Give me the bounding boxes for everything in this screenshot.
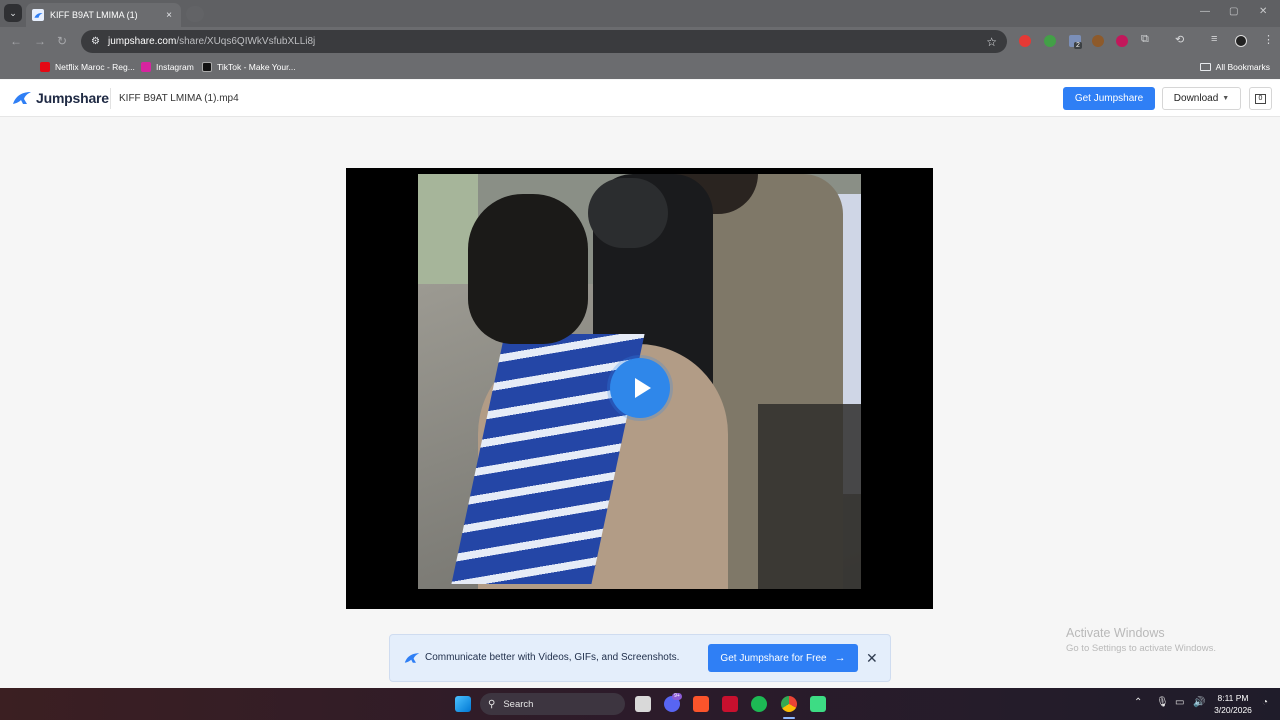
search-placeholder: Search — [503, 698, 534, 710]
bookmarks-bar: Netflix Maroc - Reg... Instagram TikTok … — [0, 56, 1280, 79]
minimize-icon[interactable]: — — [1200, 6, 1210, 17]
brave-icon[interactable] — [693, 696, 709, 712]
brand-name: Jumpshare — [36, 90, 109, 106]
extension-red-icon[interactable] — [1019, 35, 1031, 47]
back-icon[interactable]: ← — [10, 34, 22, 48]
bookmark-tiktok[interactable]: TikTok - Make Your... — [202, 60, 296, 74]
tab-close-icon[interactable]: × — [163, 10, 175, 21]
file-name: KIFF B9AT LMIMA (1).mp4 — [119, 93, 239, 104]
tab-title: KIFF B9AT LMIMA (1) — [50, 10, 138, 20]
browser-tab-active[interactable]: KIFF B9AT LMIMA (1) × — [26, 3, 181, 27]
watermark-subtitle: Go to Settings to activate Windows. — [1066, 643, 1216, 654]
spotify-icon[interactable] — [751, 696, 767, 712]
address-bar[interactable]: ⚙ jumpshare.com/share/XUqs6QIWkVsfubXLLi… — [81, 30, 1007, 53]
bookmark-star-icon[interactable]: ☆ — [986, 35, 997, 49]
new-tab-button[interactable] — [186, 6, 204, 22]
promo-button-label: Get Jumpshare for Free — [720, 652, 827, 664]
jumpshare-header: Jumpshare KIFF B9AT LMIMA (1).mp4 Get Ju… — [0, 80, 1280, 117]
download-label: Download — [1173, 93, 1219, 104]
profile-avatar[interactable] — [1235, 35, 1247, 47]
browser-toolbar: ← → ↻ ⚙ jumpshare.com/share/XUqs6QIWkVsf… — [0, 27, 1280, 56]
cookie-extension-icon[interactable] — [1092, 35, 1104, 47]
window-close-icon[interactable]: ✕ — [1259, 6, 1267, 17]
jumpshare-favicon — [32, 9, 44, 21]
folder-icon — [1199, 63, 1211, 71]
all-bookmarks[interactable]: All Bookmarks — [1199, 60, 1270, 74]
instagram-icon — [141, 62, 151, 72]
forward-icon[interactable]: → — [34, 34, 46, 48]
network-icon[interactable]: ▭ — [1175, 697, 1184, 708]
taskbar-clock[interactable]: 8:11 PM 3/20/2026 — [1211, 692, 1255, 716]
extension-green-icon[interactable] — [1044, 35, 1056, 47]
clock-date: 3/20/2026 — [1214, 705, 1252, 715]
bookmark-label: TikTok - Make Your... — [217, 62, 296, 72]
url-text: jumpshare.com/share/XUqs6QIWkVsfubXLLi8j — [107, 36, 316, 47]
bookmark-label: Netflix Maroc - Reg... — [55, 62, 135, 72]
activate-windows-watermark: Activate Windows Go to Settings to activ… — [1066, 626, 1216, 654]
start-windows-icon[interactable] — [455, 696, 471, 712]
android-studio-icon[interactable] — [810, 696, 826, 712]
reload-icon[interactable]: ↻ — [57, 34, 67, 48]
extension-badge-count: 2 — [1074, 42, 1082, 49]
bookmark-instagram[interactable]: Instagram — [141, 60, 194, 74]
get-jumpshare-free-button[interactable]: Get Jumpshare for Free → — [708, 644, 858, 672]
extension-pink-icon[interactable] — [1116, 35, 1128, 47]
active-app-indicator — [783, 717, 795, 719]
comments-button[interactable]: 0 — [1249, 87, 1272, 110]
reading-list-icon[interactable]: ≡ — [1211, 33, 1217, 45]
extensions-puzzle-icon[interactable]: ⧉ — [1141, 33, 1149, 46]
all-bookmarks-label: All Bookmarks — [1215, 62, 1270, 72]
video-player[interactable] — [346, 168, 933, 609]
microphone-icon[interactable]: 🎙 — [1156, 697, 1169, 708]
chevron-down-icon: ▼ — [1222, 95, 1230, 102]
tray-chevron-up-icon[interactable]: ⌃ — [1134, 697, 1142, 708]
header-divider — [110, 88, 111, 109]
tab-search-button[interactable]: ⌄ — [4, 4, 22, 22]
kangaroo-logo-icon — [13, 92, 31, 104]
history-icon[interactable]: ⟲ — [1175, 33, 1184, 46]
watermark-title: Activate Windows — [1066, 626, 1165, 640]
download-button[interactable]: Download ▼ — [1162, 87, 1241, 110]
menu-kebab-icon[interactable]: ⋮ — [1263, 33, 1274, 46]
discord-badge: 9+ — [672, 693, 682, 700]
get-jumpshare-button[interactable]: Get Jumpshare — [1063, 87, 1155, 110]
search-icon: ⚲ — [488, 698, 496, 710]
promo-banner: Communicate better with Videos, GIFs, an… — [389, 634, 891, 682]
bookmark-netflix[interactable]: Netflix Maroc - Reg... — [40, 60, 135, 74]
arrow-right-icon: → — [834, 652, 846, 664]
windows-taskbar: ⚲ Search 9+ ⌃ 🎙 ▭ 🔊 8:11 PM 3/20/2026 ◔ — [0, 688, 1280, 720]
play-icon — [634, 378, 651, 398]
chrome-icon[interactable] — [781, 696, 797, 712]
bookmark-label: Instagram — [156, 62, 194, 72]
comment-count: 0 — [1255, 93, 1266, 104]
tiktok-icon — [202, 62, 212, 72]
promo-text: Communicate better with Videos, GIFs, an… — [425, 652, 680, 663]
task-view-icon[interactable] — [635, 696, 651, 712]
banner-close-icon[interactable]: ✕ — [866, 650, 878, 667]
site-info-icon[interactable]: ⚙ — [91, 36, 100, 47]
maximize-icon[interactable]: ▢ — [1229, 6, 1238, 17]
volume-icon[interactable]: 🔊 — [1193, 697, 1205, 708]
clock-time: 8:11 PM — [1217, 693, 1249, 703]
taskbar-search[interactable]: ⚲ Search — [480, 693, 625, 715]
play-button[interactable] — [610, 358, 670, 418]
adobe-acrobat-icon[interactable] — [722, 696, 738, 712]
notification-bell-icon[interactable]: ◔ — [1262, 697, 1268, 708]
kangaroo-logo-icon — [404, 653, 420, 663]
browser-tab-strip: ⌄ KIFF B9AT LMIMA (1) × — ▢ ✕ — [0, 0, 1280, 27]
jumpshare-logo[interactable]: Jumpshare — [12, 90, 109, 106]
netflix-icon — [40, 62, 50, 72]
